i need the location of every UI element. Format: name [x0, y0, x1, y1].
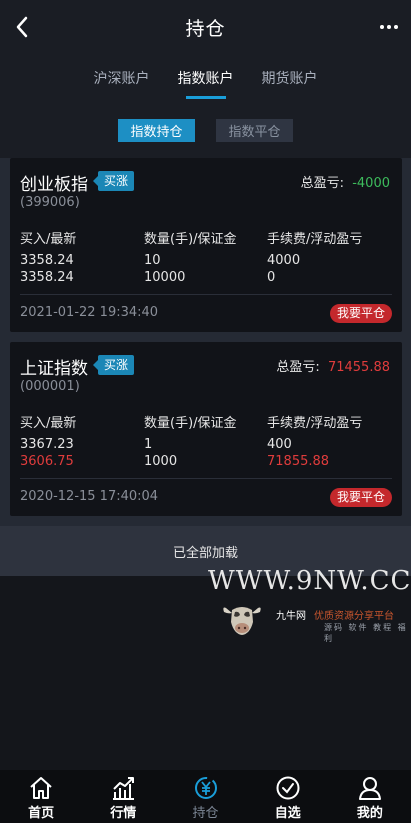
- tab-label: 持仓: [192, 806, 219, 821]
- tab-market[interactable]: 行情: [82, 770, 164, 823]
- tab-label: 首页: [28, 806, 55, 821]
- more-dots-icon: [380, 25, 384, 29]
- position-sub-tabs: 指数持仓 指数平仓: [0, 104, 411, 158]
- direction-badge: 买涨: [92, 355, 135, 375]
- divider: [20, 478, 392, 479]
- tab-shanghai-shenzhen-account[interactable]: 沪深账户: [94, 54, 150, 104]
- tab-home[interactable]: 首页: [0, 770, 82, 823]
- total-pnl-value: -4000: [352, 176, 390, 191]
- top-nav-bar: 持仓: [0, 0, 411, 54]
- tab-index-account[interactable]: 指数账户: [178, 54, 234, 104]
- buy-price: 3367.23: [20, 437, 74, 452]
- fee: 400: [267, 437, 292, 452]
- direction-badge: 买涨: [92, 171, 135, 191]
- divider: [20, 294, 392, 295]
- col-header-qty-margin: 数量(手)/保证金: [144, 232, 237, 247]
- total-pnl-value: 71455.88: [327, 360, 390, 375]
- total-pnl: 总盈亏: -4000: [301, 172, 390, 191]
- tab-mine[interactable]: 我的: [329, 770, 411, 823]
- back-button[interactable]: [8, 11, 36, 43]
- position-card: 创业板指 买涨 (399006) 总盈亏: -4000 买入/最新 数量(手)/…: [10, 158, 402, 332]
- chart-icon: [113, 777, 135, 800]
- quantity: 10: [144, 253, 161, 268]
- latest-price: 3606.75: [20, 454, 74, 469]
- tab-futures-account[interactable]: 期货账户: [262, 54, 318, 104]
- tab-label: 自选: [274, 806, 301, 821]
- tab-label: 行情: [110, 806, 137, 821]
- fee: 4000: [267, 253, 301, 268]
- col-header-buy-latest: 买入/最新: [20, 232, 77, 247]
- latest-price: 3358.24: [20, 270, 74, 285]
- margin: 1000: [144, 454, 178, 469]
- tab-watchlist[interactable]: 自选: [247, 770, 329, 823]
- cow-logo-icon: [223, 607, 261, 635]
- watermark-name: 九牛网: [276, 611, 306, 622]
- index-code: (000001): [20, 379, 80, 394]
- watermark-url: WWW.9NW.CC: [208, 566, 411, 596]
- total-pnl: 总盈亏: 71455.88: [276, 356, 390, 375]
- index-name: 创业板指: [20, 175, 88, 195]
- close-position-button[interactable]: 我要平仓: [329, 488, 392, 507]
- watermark-slogan: 优质资源分享平台: [314, 611, 394, 622]
- col-header-buy-latest: 买入/最新: [20, 416, 77, 431]
- col-header-fee-float: 手续费/浮动盈亏: [267, 416, 363, 431]
- account-tabs: 沪深账户 指数账户 期货账户: [0, 54, 411, 104]
- float-pnl: 71855.88: [267, 454, 330, 469]
- page-title: 持仓: [185, 17, 226, 40]
- watermark-sub: 源码 软件 教程 福利: [324, 623, 408, 643]
- more-button[interactable]: [377, 17, 401, 37]
- col-header-fee-float: 手续费/浮动盈亏: [267, 232, 363, 247]
- home-icon: [30, 777, 52, 799]
- index-code: (399006): [20, 195, 80, 210]
- yen-icon: [194, 777, 217, 799]
- tab-label: 我的: [356, 806, 383, 821]
- bottom-tab-bar: 首页 行情 持仓 自选 我的: [0, 770, 411, 823]
- tab-index-holdings[interactable]: 指数持仓: [118, 119, 195, 142]
- margin: 10000: [144, 270, 186, 285]
- total-pnl-label: 总盈亏:: [276, 360, 320, 375]
- open-time: 2020-12-15 17:40:04: [20, 489, 159, 504]
- check-circle-icon: [276, 776, 300, 800]
- total-pnl-label: 总盈亏:: [300, 176, 344, 191]
- index-name: 上证指数: [20, 359, 88, 379]
- tab-index-closed[interactable]: 指数平仓: [216, 119, 293, 142]
- close-position-button[interactable]: 我要平仓: [329, 304, 392, 323]
- user-icon: [358, 777, 381, 800]
- buy-price: 3358.24: [20, 253, 74, 268]
- position-card: 上证指数 买涨 (000001) 总盈亏: 71455.88 买入/最新 数量(…: [10, 342, 402, 516]
- open-time: 2021-01-22 19:34:40: [20, 305, 159, 320]
- watermark: WWW.9NW.CC 九牛网 优质资源分享平台 源码 软件 教程 福利: [206, 566, 411, 646]
- col-header-qty-margin: 数量(手)/保证金: [144, 416, 237, 431]
- quantity: 1: [144, 437, 153, 452]
- chevron-left-icon: [16, 16, 28, 38]
- float-pnl: 0: [267, 270, 276, 285]
- tab-holdings[interactable]: 持仓: [164, 770, 246, 823]
